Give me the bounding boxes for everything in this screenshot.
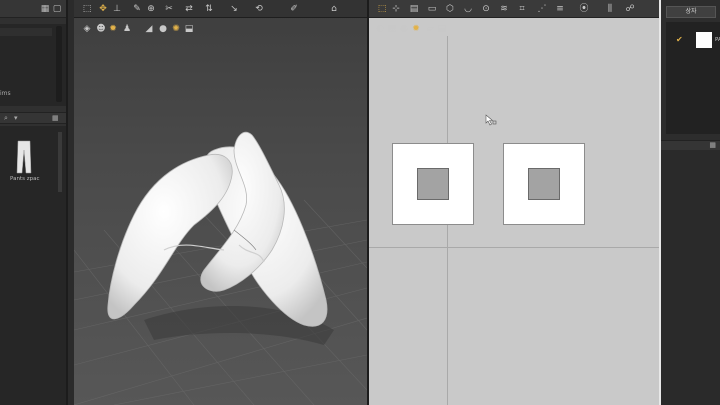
property-editor [661,150,720,405]
tape-icon[interactable]: ⇄ [184,4,194,14]
point-icon[interactable]: ⊙ [481,4,491,14]
seam-icon[interactable]: ≋ [499,4,509,14]
list-item-label: ims [0,90,11,97]
gold-icon[interactable]: ✹ [411,24,421,34]
left-panel-toolbar: ▦ ▢ [0,0,66,18]
pin-icon[interactable]: ⊥ [112,4,122,14]
grid-icon[interactable]: ▦ [40,4,50,14]
pattern-hole-right[interactable] [528,168,560,200]
grain-icon[interactable]: ◍ [399,24,409,34]
3d-display-toolbar: ◈ ☻ ✹ ♟ ◢ ● ✺ ⬓ [74,20,367,36]
sun-icon[interactable]: ✹ [108,24,118,34]
check-icon[interactable]: ✔ [676,35,683,44]
rectangle-icon[interactable]: ▭ [427,4,437,14]
segment-icon[interactable]: ▤ [409,4,419,14]
avatar-icon[interactable]: ☻ [96,24,106,34]
topstitch-icon[interactable]: ☍ [625,4,635,14]
zipper-icon[interactable]: ⫼ [605,4,615,14]
stack-icon[interactable]: ⬓ [437,24,447,34]
pattern-piece-left[interactable] [392,143,474,225]
list-item-label: PA [715,37,720,43]
camera-icon[interactable]: ◈ [82,24,92,34]
3d-viewport[interactable]: ⬚ ✥ ⊥ ✎ ⊕ ✂ ⇄ ⇅ ↘ ⟲ ✐ ⌂ ◈ ☻ ✹ ♟ ◢ ● ✺ ⬓ [74,0,367,405]
object-browser-panel: 상자 ✔ PA ▦ [661,0,720,405]
fold-arrange-icon[interactable]: ⌂ [329,4,339,14]
scissors-icon[interactable]: ✂ [164,4,174,14]
library-toolbar: ⌕ ▾ ▦ [0,112,66,124]
list-item[interactable]: ✔ PA [666,30,720,52]
light-icon[interactable]: ◢ [144,24,154,34]
chevron-down-icon[interactable]: ▾ [14,114,18,122]
polygon-icon[interactable]: ⬡ [445,4,455,14]
list-item[interactable] [0,28,52,36]
edit-pattern-icon[interactable]: ⊹ [391,4,401,14]
app-window: ▦ ▢ ims ⌕ ▾ ▦ Pants zpac ⬚ ✥ ⊥ ✎ ⊕ ✂ ⇄ ⇅… [0,0,720,405]
fabric-thumbnail [696,32,712,48]
history-list[interactable]: ims [0,24,66,106]
2d-pattern-viewport[interactable]: ⬚ ⊹ ▤ ▭ ⬡ ◡ ⊙ ≋ ⌗ ⋰ ≡ ⦿ ⫼ ☍ ◐ ▧ ◍ ✹ ▱ ⬓ [369,0,659,405]
brush-icon[interactable]: ✎ [132,4,142,14]
grid-view-icon[interactable]: ▦ [709,141,716,149]
left-panel: ▦ ▢ ims ⌕ ▾ ▦ Pants zpac [0,0,68,405]
free-sew-icon[interactable]: ⋰ [537,4,547,14]
grid-view-icon[interactable]: ▦ [52,114,59,122]
save-icon[interactable]: ⬓ [184,24,194,34]
select-pattern-icon[interactable]: ⬚ [377,4,387,14]
fold-icon[interactable]: ⇅ [204,4,214,14]
texture-icon[interactable]: ▧ [387,24,397,34]
property-toolbar: ▦ [661,140,720,150]
library-scrollbar[interactable] [58,132,62,192]
tack-icon[interactable]: ⊕ [146,4,156,14]
move-icon[interactable]: ✥ [98,4,108,14]
gold-sun-icon[interactable]: ✺ [171,24,181,34]
add-button[interactable]: 상자 [666,6,716,18]
garment-3d-model[interactable] [74,0,367,405]
select-icon[interactable]: ⬚ [82,4,92,14]
object-list[interactable]: ✔ PA [666,22,720,134]
square-icon[interactable]: ▢ [52,4,62,14]
transform-icon[interactable]: ⟲ [254,4,264,14]
curve-icon[interactable]: ◡ [463,4,473,14]
sew-icon[interactable]: ⌗ [517,4,527,14]
view-icon[interactable]: ◐ [375,24,385,34]
grid-axis-horizontal [369,247,659,248]
arrow-icon[interactable]: ↘ [229,4,239,14]
mouse-cursor-icon [485,114,497,126]
pen-icon[interactable]: ✐ [289,4,299,14]
person-icon[interactable]: ♟ [122,24,132,34]
search-icon[interactable]: ⌕ [4,114,8,123]
library-panel: Pants zpac [0,126,66,405]
ghost-icon[interactable]: ● [158,24,168,34]
2d-toolbar: ⬚ ⊹ ▤ ▭ ⬡ ◡ ⊙ ≋ ⌗ ⋰ ≡ ⦿ ⫼ ☍ [369,0,659,18]
pattern-piece-right[interactable] [503,143,585,225]
list-scrollbar[interactable] [56,26,62,102]
button-icon[interactable]: ⦿ [579,4,589,14]
pleat-icon[interactable]: ≡ [555,4,565,14]
2d-display-toolbar: ◐ ▧ ◍ ✹ ▱ ⬓ [369,20,659,36]
3d-toolbar: ⬚ ✥ ⊥ ✎ ⊕ ✂ ⇄ ⇅ ↘ ⟲ ✐ ⌂ [74,0,367,18]
pants-thumbnail-icon[interactable] [14,140,34,174]
eraser-icon[interactable]: ▱ [425,24,435,34]
library-item-label: Pants zpac [10,176,40,182]
pattern-hole-left[interactable] [417,168,449,200]
